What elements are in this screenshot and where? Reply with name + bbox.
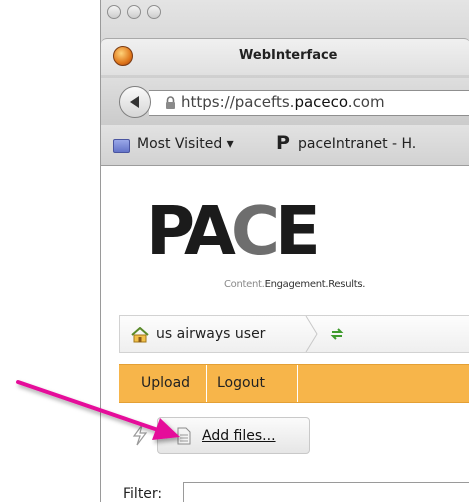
- breadcrumb-separator: [305, 316, 318, 352]
- bookmarks-toolbar: Most Visited ▾ P paceIntranet - H.: [101, 125, 469, 166]
- home-icon[interactable]: [130, 327, 150, 343]
- close-window-button[interactable]: [107, 5, 121, 19]
- tab-title: WebInterface: [239, 48, 338, 63]
- lock-icon: [166, 96, 175, 109]
- breadcrumb-user[interactable]: us airways user: [156, 326, 265, 342]
- back-arrow-icon: [130, 96, 139, 108]
- p-logo-icon: P: [276, 132, 290, 154]
- menu-divider: [206, 365, 207, 402]
- filter-input[interactable]: [183, 482, 469, 502]
- smart-folder-icon: [113, 139, 130, 153]
- back-button[interactable]: [119, 86, 151, 118]
- pace-logo: PACE: [146, 192, 321, 270]
- refresh-icon[interactable]: [329, 326, 345, 342]
- chevron-down-icon: ▾: [226, 136, 234, 152]
- browser-window: WebInterface https://pacefts.paceco.com …: [100, 0, 469, 502]
- bookmark-most-visited[interactable]: Most Visited ▾: [137, 136, 234, 152]
- logout-menu-item[interactable]: Logout: [217, 375, 265, 391]
- upload-menu-item[interactable]: Upload: [141, 375, 190, 391]
- add-files-button[interactable]: Add files...: [157, 417, 310, 454]
- lightning-icon: [132, 424, 148, 446]
- url-text: https://pacefts.paceco.com: [181, 93, 385, 111]
- page-content: PACE Content.Engagement.Results. us airw…: [101, 166, 469, 502]
- document-icon: [177, 427, 191, 445]
- zoom-window-button[interactable]: [147, 5, 161, 19]
- menu-divider: [297, 365, 298, 402]
- breadcrumb: us airways user: [119, 315, 469, 353]
- navigation-toolbar: https://pacefts.paceco.com: [101, 78, 469, 126]
- firefox-favicon-icon: [113, 46, 133, 66]
- filter-label: Filter:: [123, 486, 163, 502]
- logo-tagline: Content.Engagement.Results.: [224, 279, 366, 290]
- add-files-label: Add files...: [202, 428, 276, 444]
- menu-bar: Upload Logout: [119, 364, 469, 403]
- minimize-window-button[interactable]: [127, 5, 141, 19]
- bookmark-pace-intranet[interactable]: paceIntranet - H.: [298, 136, 416, 152]
- tab-webinterface[interactable]: WebInterface: [101, 38, 469, 75]
- address-bar[interactable]: https://pacefts.paceco.com: [149, 90, 469, 116]
